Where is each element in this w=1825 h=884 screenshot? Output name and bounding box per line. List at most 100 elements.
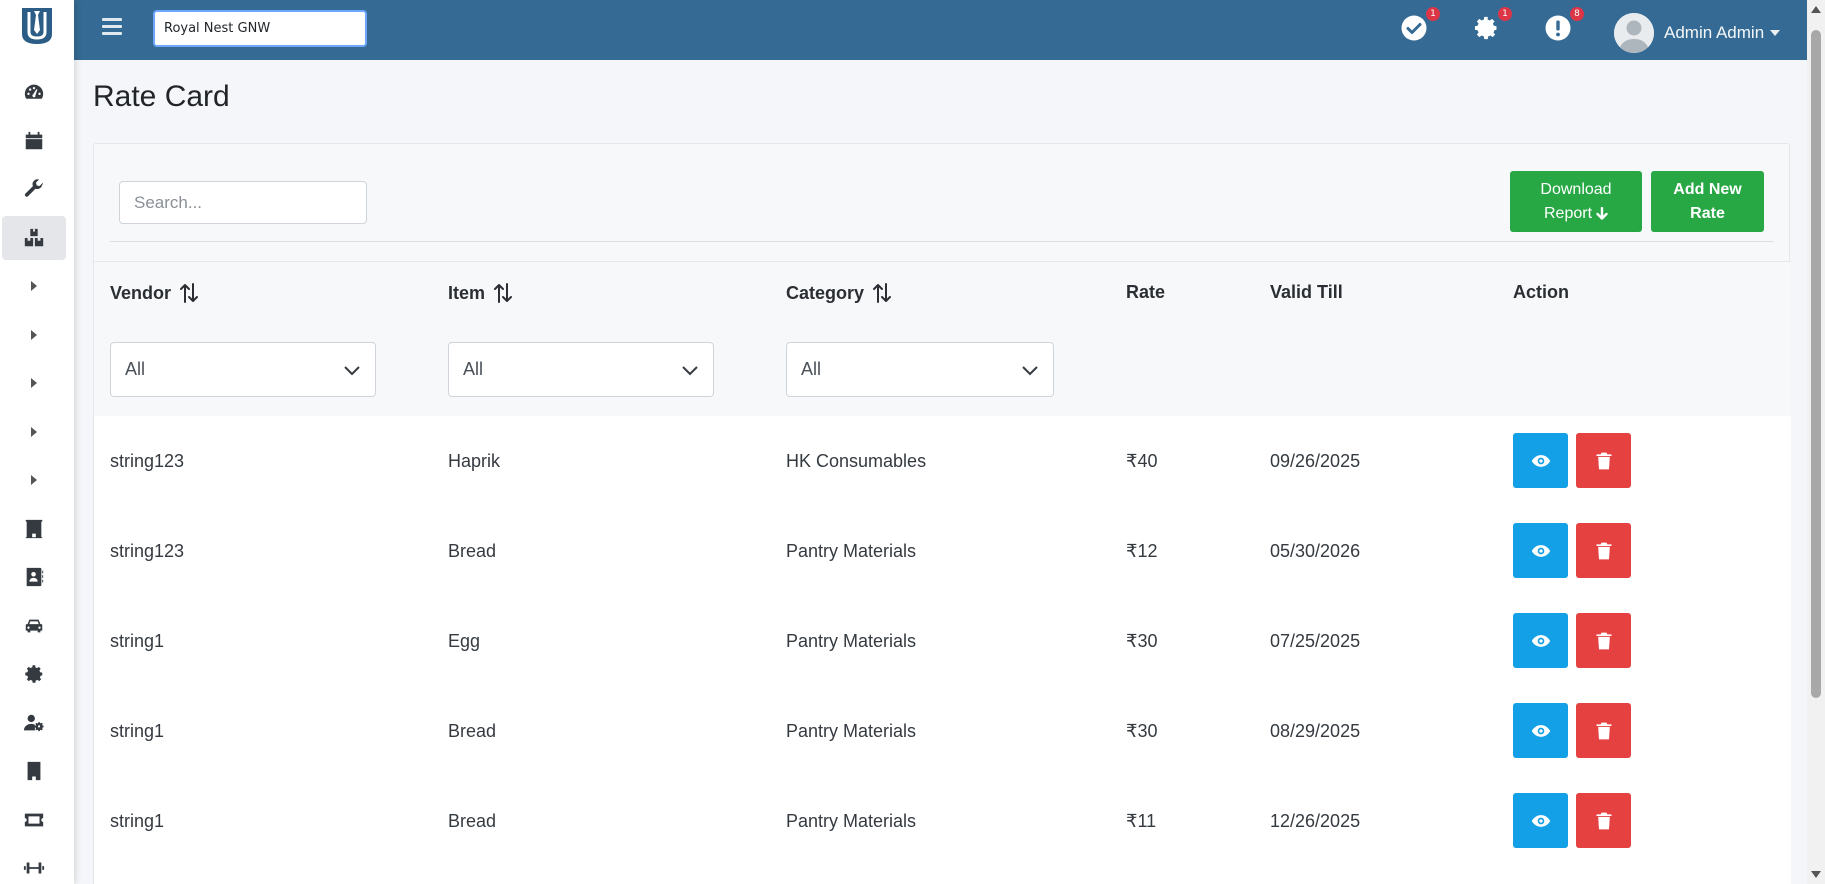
tasks-notification[interactable]: 1	[1400, 7, 1440, 42]
sidebar-item-gym[interactable]	[2, 846, 66, 884]
sort-icon[interactable]	[872, 282, 892, 304]
search-input[interactable]	[119, 181, 367, 224]
sidebar-item-buildings[interactable]	[2, 749, 66, 793]
page-scrollbar[interactable]	[1807, 0, 1825, 884]
cell-category: Pantry Materials	[786, 720, 917, 741]
user-menu[interactable]: Admin Admin	[1614, 13, 1781, 53]
delete-button[interactable]	[1576, 523, 1631, 578]
column-header-label: Action	[1513, 282, 1569, 302]
trash-icon	[1596, 812, 1611, 829]
caret-right-icon	[31, 281, 37, 291]
delete-button[interactable]	[1576, 433, 1631, 488]
sort-icon[interactable]	[179, 282, 199, 304]
cell-rate: ₹40	[1126, 450, 1158, 471]
column-header-label: Item	[448, 282, 486, 303]
arrow-down-icon	[1596, 206, 1608, 220]
cell-item: Haprik	[448, 450, 501, 471]
chevron-down-icon	[1022, 365, 1038, 375]
sidebar-item-contacts[interactable]	[2, 555, 66, 599]
view-button[interactable]	[1513, 523, 1568, 578]
caret-right-icon	[31, 475, 37, 485]
scroll-up-arrow-icon[interactable]	[1811, 6, 1821, 13]
eye-icon	[1531, 634, 1550, 647]
table-header: Vendor Item Category Rate Valid Till Act…	[94, 261, 1791, 416]
sidebar-item-dashboard[interactable]	[2, 70, 66, 114]
view-button[interactable]	[1513, 433, 1568, 488]
scroll-down-arrow-icon[interactable]	[1811, 871, 1821, 878]
building-icon	[27, 761, 41, 781]
user-gear-icon	[23, 714, 44, 732]
alerts-notification[interactable]: 8	[1544, 7, 1584, 42]
settings-notification[interactable]: 1	[1472, 7, 1512, 42]
column-header-label: Category	[786, 282, 865, 303]
delete-button[interactable]	[1576, 703, 1631, 758]
sidebar-item-expand-4[interactable]	[2, 410, 66, 454]
sidebar-item-settings[interactable]	[2, 652, 66, 696]
table-row: string1 Bread Pantry Materials ₹11 12/26…	[94, 776, 1791, 866]
view-button[interactable]	[1513, 793, 1568, 848]
table-row: string123 Haprik HK Consumables ₹40 09/2…	[94, 416, 1791, 506]
sidebar-item-expand-1[interactable]	[2, 264, 66, 308]
contact-book-icon	[26, 567, 44, 587]
scrollbar-thumb[interactable]	[1811, 30, 1821, 698]
cell-valid-till: 09/26/2025	[1270, 450, 1361, 471]
download-button-label-line2: Report	[1543, 204, 1593, 222]
column-header-item: Item	[448, 282, 513, 304]
cell-category: Pantry Materials	[786, 540, 917, 561]
sidebar-item-inventory[interactable]	[2, 216, 66, 260]
sidebar-item-user-settings[interactable]	[2, 701, 66, 745]
eye-icon	[1531, 724, 1550, 737]
trash-icon	[1596, 452, 1611, 469]
delete-button[interactable]	[1576, 613, 1631, 668]
boxes-icon	[24, 228, 44, 247]
car-icon	[25, 619, 43, 633]
column-header-label: Rate	[1126, 282, 1166, 302]
notification-badge: 8	[1570, 7, 1584, 21]
dashboard-icon	[24, 84, 44, 99]
alert-icon	[1545, 15, 1571, 41]
caret-right-icon	[31, 427, 37, 437]
app-logo[interactable]	[18, 6, 56, 46]
add-new-rate-button[interactable]: Add New Rate	[1651, 171, 1764, 232]
column-header-label: Vendor	[110, 282, 172, 303]
category-filter-select[interactable]: All	[786, 342, 1054, 397]
property-selector-input[interactable]	[153, 10, 367, 47]
sidebar-item-calendar[interactable]	[2, 119, 66, 163]
eye-icon	[1531, 814, 1550, 827]
cell-rate: ₹12	[1126, 540, 1158, 561]
table-row: string1 Egg Pantry Materials ₹30 07/25/2…	[94, 596, 1791, 686]
column-header-valid-till: Valid Till	[1270, 282, 1343, 303]
column-header-vendor: Vendor	[110, 282, 199, 304]
page-title: Rate Card	[93, 80, 230, 113]
vendor-filter-select[interactable]: All	[110, 342, 376, 397]
cell-vendor: string1	[110, 630, 165, 651]
chevron-down-icon	[344, 365, 360, 375]
notification-badge: 1	[1426, 7, 1440, 21]
sort-icon[interactable]	[493, 282, 513, 304]
eye-icon	[1531, 544, 1550, 557]
hotel-icon	[25, 519, 43, 539]
sidebar-item-hotel[interactable]	[2, 507, 66, 551]
user-name: Admin Admin	[1664, 23, 1765, 42]
sidebar-item-maintenance[interactable]	[2, 167, 66, 211]
sidebar-item-transport[interactable]	[2, 604, 66, 648]
view-button[interactable]	[1513, 703, 1568, 758]
sidebar-item-expand-2[interactable]	[2, 313, 66, 357]
delete-button[interactable]	[1576, 793, 1631, 848]
sidebar-item-tickets[interactable]	[2, 798, 66, 842]
avatar	[1614, 13, 1654, 53]
cell-valid-till: 05/30/2026	[1270, 540, 1361, 561]
sidebar-item-expand-5[interactable]	[2, 458, 66, 502]
sidebar-item-expand-3[interactable]	[2, 361, 66, 405]
trash-icon	[1596, 722, 1611, 739]
item-filter-select[interactable]: All	[448, 342, 714, 397]
select-value: All	[463, 359, 484, 379]
cell-item: Bread	[448, 810, 497, 831]
add-button-label-line2: Rate	[1690, 204, 1725, 222]
view-button[interactable]	[1513, 613, 1568, 668]
download-report-button[interactable]: Download Report	[1510, 171, 1642, 232]
menu-toggle-icon[interactable]	[102, 18, 122, 38]
column-header-rate: Rate	[1126, 282, 1165, 303]
table-row: string123 Bread Pantry Materials ₹12 05/…	[94, 506, 1791, 596]
calendar-icon	[25, 131, 43, 150]
